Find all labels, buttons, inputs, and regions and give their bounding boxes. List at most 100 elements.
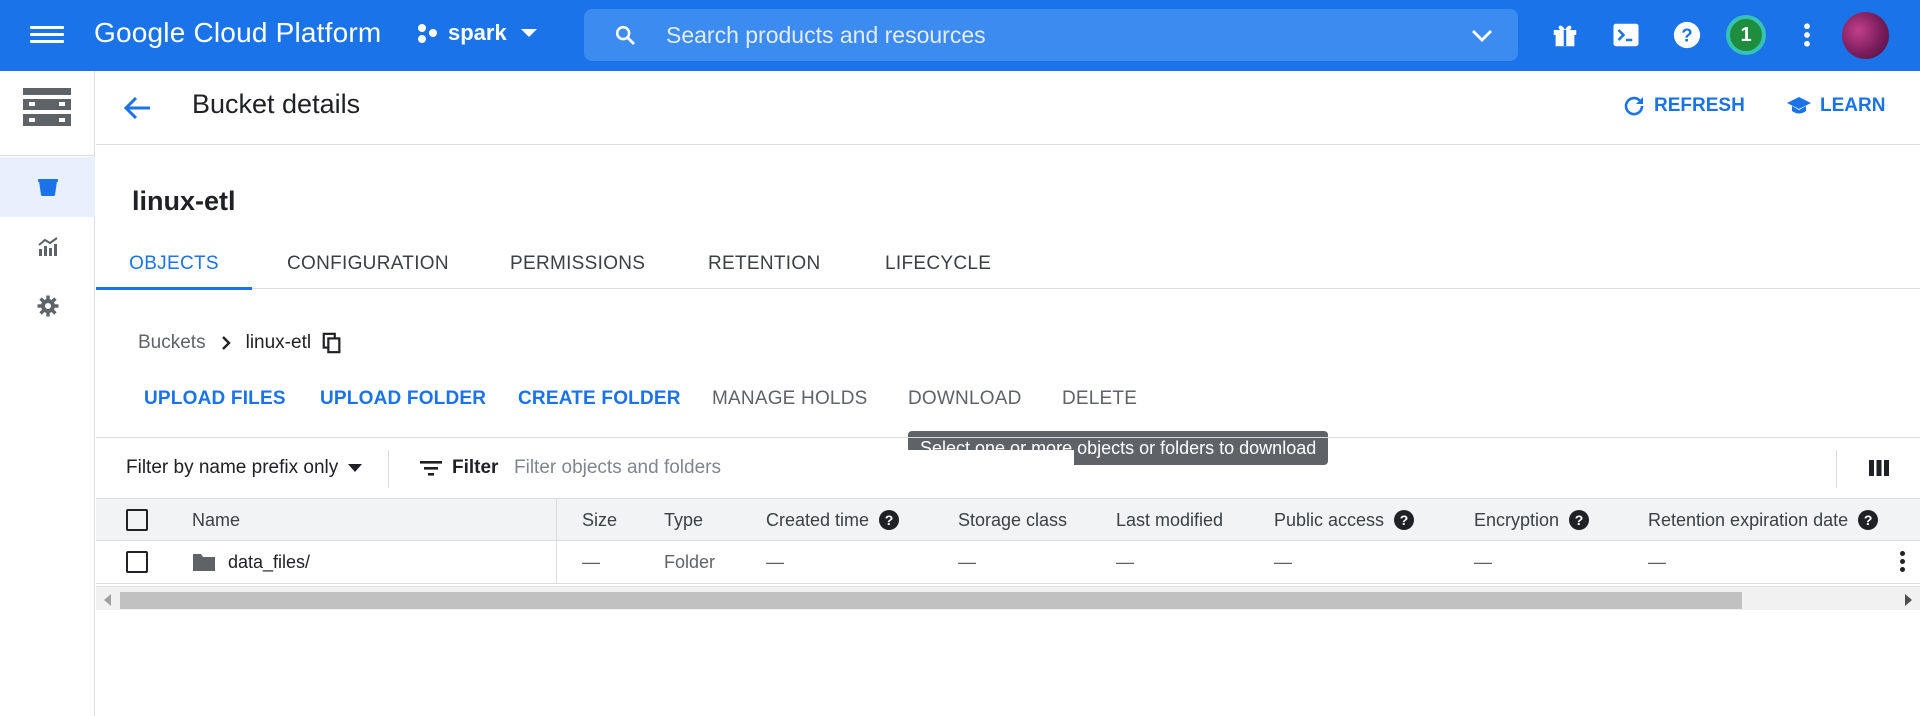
storage-icon — [23, 88, 71, 126]
row-retention: — — [1648, 551, 1666, 572]
column-header-encryption[interactable]: Encryption ? — [1474, 499, 1590, 541]
svg-text:?: ? — [1681, 24, 1692, 45]
page-header: Bucket details REFRESH LEARN — [96, 71, 1920, 145]
terminal-icon[interactable] — [1611, 20, 1641, 50]
help-icon[interactable]: ? — [1672, 20, 1702, 50]
left-rail — [0, 71, 95, 716]
chevron-down-icon — [520, 29, 537, 37]
bucket-name: linux-etl — [132, 186, 236, 216]
rail-item-settings[interactable] — [0, 276, 95, 336]
column-header-retention-label: Retention expiration date — [1648, 509, 1849, 530]
top-bar: Google Cloud Platform spark ? 1 — [0, 0, 1920, 71]
monitoring-icon — [37, 237, 58, 256]
caret-down-icon — [348, 464, 363, 472]
divider — [1836, 450, 1837, 488]
help-icon[interactable]: ? — [1394, 510, 1415, 530]
breadcrumb-current: linux-etl — [245, 332, 312, 353]
column-header-name[interactable]: Name — [192, 499, 240, 541]
tab-permissions[interactable]: PERMISSIONS — [510, 239, 645, 289]
row-name-cell[interactable]: data_files/ — [192, 541, 310, 583]
tab-label: CONFIGURATION — [287, 253, 449, 274]
column-divider — [556, 498, 557, 584]
scrollbar-thumb[interactable] — [120, 592, 1742, 609]
column-header-type[interactable]: Type — [664, 499, 703, 541]
bucket-icon — [37, 179, 58, 196]
menu-icon[interactable] — [30, 22, 64, 48]
tab-configuration[interactable]: CONFIGURATION — [287, 239, 449, 289]
tab-lifecycle[interactable]: LIFECYCLE — [885, 239, 991, 289]
column-header-encryption-label: Encryption — [1474, 509, 1560, 530]
download-button[interactable]: DOWNLOAD — [908, 388, 1022, 410]
refresh-label: REFRESH — [1654, 95, 1745, 116]
brand-title[interactable]: Google Cloud Platform — [94, 17, 381, 49]
breadcrumb: Buckets linux-etl — [138, 332, 343, 354]
row-storage-class: — — [958, 551, 976, 572]
back-arrow-icon[interactable] — [122, 95, 152, 121]
tab-bar: OBJECTS CONFIGURATION PERMISSIONS RETENT… — [96, 239, 1920, 290]
chevron-down-icon[interactable] — [1470, 25, 1494, 45]
divider — [388, 450, 389, 488]
horizontal-scrollbar[interactable] — [96, 586, 1920, 610]
filter-input[interactable] — [514, 450, 1074, 486]
rail-item-monitoring[interactable] — [0, 217, 95, 277]
filter-mode-select[interactable]: Filter by name prefix only — [126, 457, 363, 479]
table-header: Name Size Type Created time ? Storage cl… — [96, 498, 1920, 541]
row-type: Folder — [664, 551, 716, 572]
row-public-access: — — [1274, 551, 1292, 572]
tab-label: OBJECTS — [129, 253, 219, 274]
tab-objects[interactable]: OBJECTS — [96, 239, 252, 290]
select-all-checkbox[interactable] — [126, 509, 148, 531]
project-icon — [416, 21, 440, 45]
learn-button[interactable]: LEARN — [1786, 94, 1885, 118]
refresh-button[interactable]: REFRESH — [1622, 94, 1745, 118]
more-vert-icon[interactable] — [1792, 20, 1822, 50]
table-row[interactable]: data_files/ — Folder — — — — — — — [96, 541, 1920, 584]
help-icon[interactable]: ? — [1858, 510, 1879, 530]
column-header-storage-class[interactable]: Storage class — [958, 499, 1067, 541]
search-input[interactable] — [666, 9, 1426, 61]
select-all-cell — [126, 499, 148, 541]
notification-badge[interactable]: 1 — [1726, 15, 1766, 55]
scroll-right-icon[interactable] — [1905, 594, 1912, 606]
tab-label: PERMISSIONS — [510, 253, 646, 274]
help-icon[interactable]: ? — [1569, 510, 1590, 530]
rail-item-browser[interactable] — [0, 157, 95, 217]
row-more-vert-icon[interactable] — [1900, 551, 1906, 573]
copy-icon[interactable] — [321, 332, 343, 354]
page-title: Bucket details — [192, 89, 361, 119]
project-name: spark — [448, 20, 507, 45]
create-folder-button[interactable]: CREATE FOLDER — [518, 388, 681, 410]
chevron-right-icon — [221, 336, 231, 350]
tab-underline — [96, 287, 252, 290]
column-header-last-modified[interactable]: Last modified — [1116, 499, 1223, 541]
upload-files-button[interactable]: UPLOAD FILES — [144, 388, 286, 410]
upload-folder-button[interactable]: UPLOAD FOLDER — [320, 388, 486, 410]
search-icon — [615, 25, 635, 45]
row-checkbox[interactable] — [126, 551, 148, 573]
gift-icon[interactable] — [1550, 20, 1580, 50]
tab-retention[interactable]: RETENTION — [708, 239, 820, 289]
avatar[interactable] — [1842, 12, 1889, 59]
column-header-public-access[interactable]: Public access ? — [1274, 499, 1415, 541]
manage-holds-button[interactable]: MANAGE HOLDS — [712, 388, 868, 410]
project-selector[interactable]: spark — [416, 20, 537, 46]
column-header-retention[interactable]: Retention expiration date ? — [1648, 499, 1879, 541]
delete-button[interactable]: DELETE — [1062, 388, 1137, 410]
column-header-created[interactable]: Created time ? — [766, 499, 900, 541]
filter-button-label: Filter — [452, 457, 499, 478]
help-icon[interactable]: ? — [879, 510, 900, 530]
scroll-left-icon[interactable] — [104, 594, 111, 606]
column-header-size[interactable]: Size — [582, 499, 617, 541]
filter-icon — [420, 461, 442, 476]
row-name-link[interactable]: data_files/ — [228, 552, 310, 573]
column-header-created-label: Created time — [766, 509, 870, 530]
filter-bar: Filter by name prefix only Filter — [96, 437, 1920, 498]
row-created: — — [766, 551, 784, 572]
breadcrumb-buckets[interactable]: Buckets — [138, 332, 206, 354]
row-size: — — [582, 551, 600, 572]
filter-button[interactable]: Filter — [420, 457, 498, 479]
columns-icon[interactable] — [1868, 457, 1890, 479]
search-bar[interactable] — [584, 9, 1518, 61]
filter-mode-label: Filter by name prefix only — [126, 457, 339, 478]
learn-icon — [1787, 97, 1811, 114]
